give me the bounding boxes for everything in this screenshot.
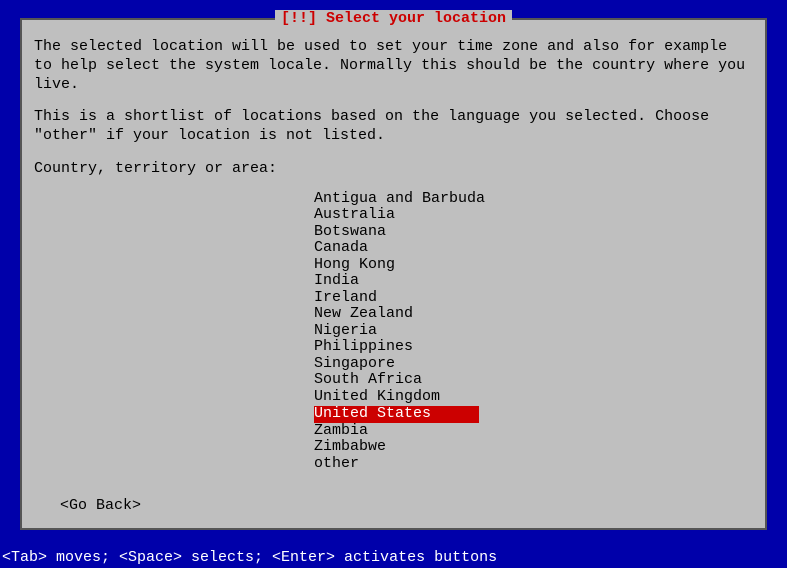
list-item[interactable]: Canada	[314, 240, 753, 257]
description-1: The selected location will be used to se…	[34, 38, 753, 94]
list-item[interactable]: United Kingdom	[314, 389, 753, 406]
list-item[interactable]: Australia	[314, 207, 753, 224]
list-item[interactable]: Zambia	[314, 423, 753, 440]
dialog-content: The selected location will be used to se…	[22, 20, 765, 484]
list-item[interactable]: Singapore	[314, 356, 753, 373]
footer-help: <Tab> moves; <Space> selects; <Enter> ac…	[2, 549, 497, 566]
list-item[interactable]: New Zealand	[314, 306, 753, 323]
list-item[interactable]: Antigua and Barbuda	[314, 191, 753, 208]
prompt-label: Country, territory or area:	[34, 160, 753, 177]
list-item[interactable]: Ireland	[314, 290, 753, 307]
description-2: This is a shortlist of locations based o…	[34, 108, 753, 146]
list-item[interactable]: United States	[314, 406, 479, 423]
list-item[interactable]: India	[314, 273, 753, 290]
list-item[interactable]: South Africa	[314, 372, 753, 389]
list-item[interactable]: other	[314, 456, 753, 473]
location-list: Antigua and BarbudaAustraliaBotswanaCana…	[34, 191, 753, 473]
list-item[interactable]: Philippines	[314, 339, 753, 356]
list-item[interactable]: Botswana	[314, 224, 753, 241]
list-item[interactable]: Nigeria	[314, 323, 753, 340]
list-item[interactable]: Zimbabwe	[314, 439, 753, 456]
location-dialog: [!!] Select your location The selected l…	[20, 18, 767, 530]
go-back-button[interactable]: <Go Back>	[60, 497, 141, 514]
dialog-title: [!!] Select your location	[275, 10, 512, 27]
list-item[interactable]: Hong Kong	[314, 257, 753, 274]
title-container: [!!] Select your location	[22, 10, 765, 27]
